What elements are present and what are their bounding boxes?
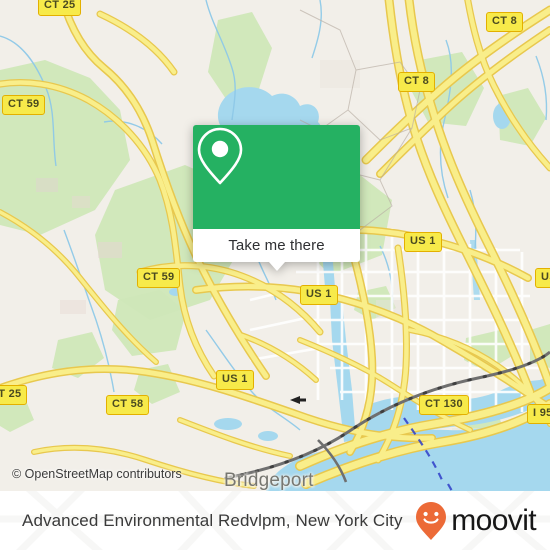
osm-attribution[interactable]: © OpenStreetMap contributors bbox=[12, 467, 182, 481]
popup-cta-area[interactable]: Take me there bbox=[193, 229, 360, 271]
city-label-bridgeport: Bridgeport bbox=[224, 470, 314, 491]
moovit-logo[interactable]: moovit bbox=[414, 501, 537, 541]
highway-shield-ct130[interactable]: CT 130 bbox=[419, 395, 469, 415]
moovit-pin-icon bbox=[416, 501, 447, 540]
highway-shield-us1-west[interactable]: US 1 bbox=[216, 370, 254, 390]
footer-bar: Advanced Environmental Redvlpm, New York… bbox=[0, 491, 550, 550]
highway-shield-ct25-north[interactable]: CT 25 bbox=[38, 0, 82, 16]
highway-shield-ct8-upper[interactable]: CT 8 bbox=[486, 12, 524, 32]
map-pin-icon bbox=[197, 127, 243, 185]
highway-shield-us1-east[interactable]: US 1 bbox=[535, 268, 550, 288]
location-title: Advanced Environmental Redvlpm, New York… bbox=[22, 510, 403, 530]
highway-shield-us1-central[interactable]: US 1 bbox=[300, 285, 338, 305]
highway-shield-ct25-west-edge[interactable]: CT 25 bbox=[0, 385, 28, 405]
popup-pointer-tail bbox=[268, 262, 285, 271]
highway-shield-ct59-west[interactable]: CT 59 bbox=[2, 95, 46, 115]
highway-shield-i95[interactable]: I 95 bbox=[527, 404, 550, 424]
location-popup-card[interactable]: Take me there bbox=[193, 125, 360, 271]
moovit-wordmark: moovit bbox=[451, 503, 536, 537]
highway-shield-ct58[interactable]: CT 58 bbox=[106, 395, 150, 415]
map-canvas[interactable]: CT 25 CT 59 CT 8 CT 8 CT 59 US 1 US 1 US… bbox=[0, 0, 550, 491]
take-me-there-button[interactable]: Take me there bbox=[228, 237, 324, 254]
highway-shield-ct59-mid[interactable]: CT 59 bbox=[137, 268, 181, 288]
highway-shield-us1-north[interactable]: US 1 bbox=[404, 232, 442, 252]
popup-icon-area bbox=[193, 125, 360, 229]
highway-shield-ct8-lower[interactable]: CT 8 bbox=[398, 72, 436, 92]
moovit-location-card: CT 25 CT 59 CT 8 CT 8 CT 59 US 1 US 1 US… bbox=[0, 0, 550, 550]
